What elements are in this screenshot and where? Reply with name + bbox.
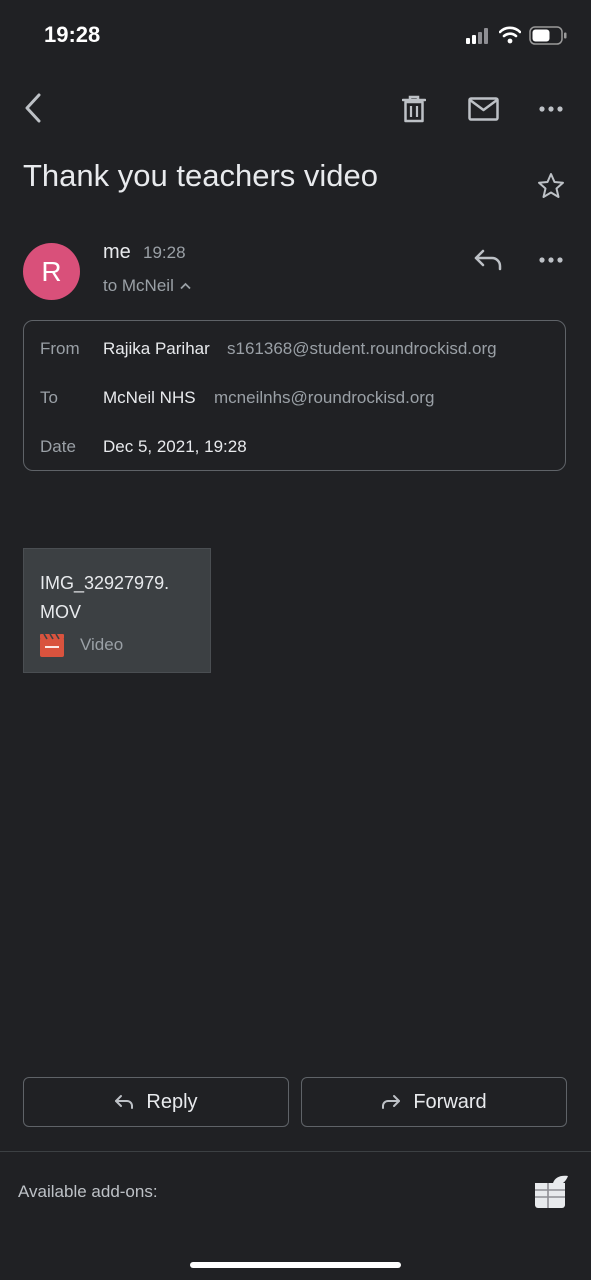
wifi-icon: [498, 26, 522, 49]
sender-time: 19:28: [143, 243, 186, 262]
forward-icon: [382, 1095, 401, 1109]
message-more-button[interactable]: [534, 247, 568, 273]
date-value: Dec 5, 2021, 19:28: [103, 437, 247, 456]
reply-icon: [474, 249, 502, 271]
chevron-left-icon: [25, 93, 41, 123]
addon-icon[interactable]: [530, 1174, 570, 1210]
home-indicator[interactable]: [190, 1262, 401, 1268]
reply-icon-button[interactable]: [471, 245, 505, 275]
from-email[interactable]: s161368@student.roundrockisd.org: [227, 339, 497, 359]
date-label: Date: [40, 437, 76, 456]
reply-label: Reply: [146, 1090, 198, 1113]
reply-icon: [115, 1095, 134, 1109]
message-details: From Rajika Parihar s161368@student.roun…: [23, 320, 566, 471]
battery-icon: [529, 26, 567, 50]
recipients-toggle[interactable]: to McNeil: [103, 276, 191, 296]
forward-button[interactable]: Forward: [301, 1077, 567, 1127]
mark-unread-button[interactable]: [464, 92, 502, 126]
chevron-up-icon: [180, 282, 191, 290]
to-summary: to McNeil: [103, 276, 174, 295]
from-label: From: [40, 339, 80, 358]
more-horizontal-icon: [539, 106, 563, 112]
star-icon: [538, 172, 564, 198]
divider: [0, 1151, 591, 1152]
attachment-name: IMG_32927979. MOV: [40, 573, 170, 622]
reply-button[interactable]: Reply: [23, 1077, 289, 1127]
status-time: 19:28: [44, 22, 101, 47]
more-options-button[interactable]: [534, 96, 568, 122]
sheets-addon-icon: [535, 1175, 568, 1208]
from-name: Rajika Parihar: [103, 339, 210, 358]
to-email[interactable]: mcneilnhs@roundrockisd.org: [214, 388, 434, 408]
to-name: McNeil NHS: [103, 388, 196, 407]
trash-icon: [402, 95, 426, 123]
video-icon: [40, 633, 64, 662]
to-label: To: [40, 388, 58, 407]
mail-icon: [467, 97, 499, 121]
forward-label: Forward: [413, 1090, 487, 1113]
star-button[interactable]: [534, 168, 568, 202]
attachment-type: Video: [80, 635, 124, 654]
sender-name: me: [103, 241, 131, 263]
email-subject: Thank you teachers video: [23, 158, 378, 193]
more-horizontal-icon: [539, 257, 563, 263]
attachment-card[interactable]: IMG_32927979. MOV Video: [23, 548, 211, 673]
signal-icon: [466, 28, 492, 49]
avatar[interactable]: R: [23, 243, 80, 300]
back-button[interactable]: [16, 90, 50, 126]
addons-label: Available add-ons:: [18, 1182, 158, 1201]
delete-button[interactable]: [398, 92, 430, 126]
